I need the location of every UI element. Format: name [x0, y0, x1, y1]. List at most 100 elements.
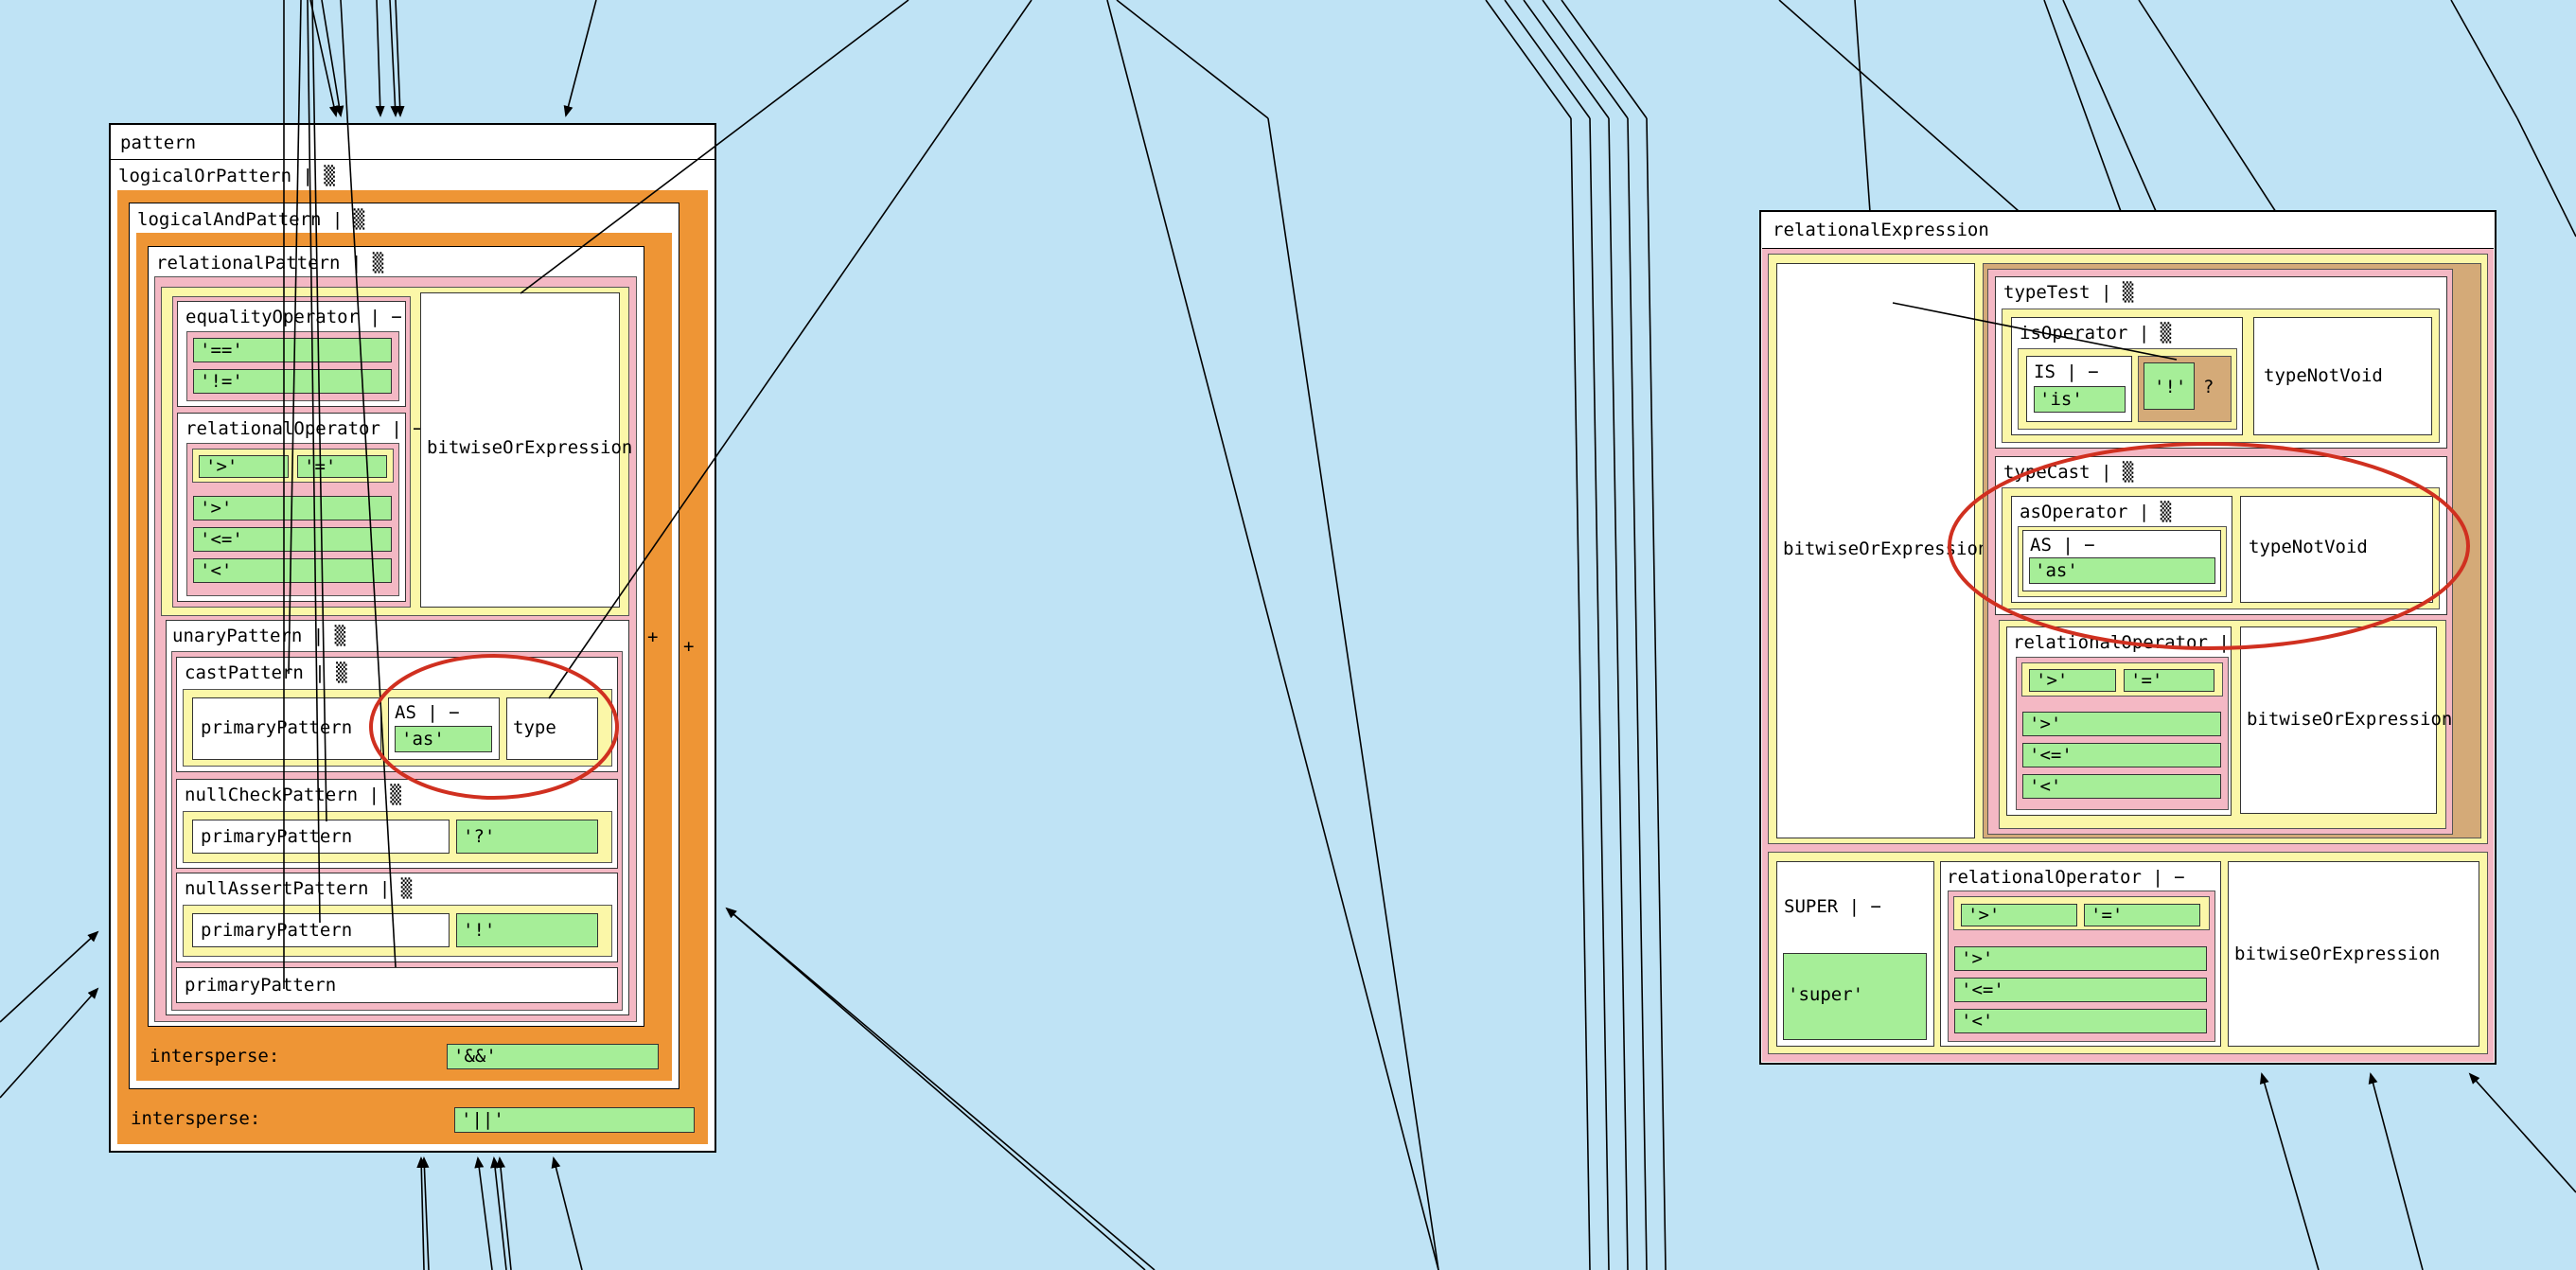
super-literal-eqsign-text: '=' [2091, 905, 2124, 926]
rel-literal-gt: '>' [2029, 669, 2116, 692]
relexpr-bitwise-or-2: bitwiseOrExpression [2240, 626, 2452, 814]
super-literal-gt2-text: '>' [1961, 948, 1994, 969]
cast-type-label: type [513, 717, 556, 738]
literal-and-text: '&&' [453, 1046, 497, 1067]
rel-literal-le: '<=' [2022, 743, 2221, 767]
rel-literal-eqsign-text: '=' [2130, 670, 2163, 691]
optional-qmark: ? [2203, 377, 2214, 397]
rel-literal-lt: '<' [2022, 774, 2221, 799]
relexpr-bitwise-or-2-label: bitwiseOrExpression [2247, 709, 2453, 730]
super-keyword-label: SUPER | − [1784, 896, 1881, 917]
rel-literal-gt2-text: '>' [2029, 714, 2062, 734]
literal-neq-text: '!=' [200, 371, 243, 392]
literal-le: '<=' [193, 527, 392, 552]
plus-inner: + [647, 626, 659, 647]
type-not-void-2-label: typeNotVoid [2249, 537, 2368, 557]
relexpr-relop-2-label: relationalOperator | − [1947, 867, 2185, 888]
as-operator-label: asOperator | ▒ [2020, 502, 2172, 522]
cast-as-label: AS | − [395, 702, 460, 723]
literal-as-text: 'as' [401, 729, 445, 750]
bitwise-or-expression: bitwiseOrExpression [420, 292, 632, 608]
literal-question-text: '?' [463, 826, 496, 847]
literal-is-bang: '!' [2144, 362, 2195, 410]
literal-bang: '!' [456, 913, 598, 947]
equality-operator-label: equalityOperator | − [185, 307, 402, 327]
literal-le-text: '<=' [200, 529, 243, 550]
literal-as-rel-text: 'as' [2035, 560, 2078, 581]
literal-as-rel: 'as' [2029, 557, 2215, 584]
relexpr-relop-1-label: relationalOperator | − [2013, 632, 2251, 653]
literal-eq-text: '==' [200, 340, 243, 361]
cast-primary-label: primaryPattern [201, 717, 353, 738]
super-literal-gt: '>' [1961, 904, 2077, 926]
relational-operator-label: relationalOperator | − [185, 418, 424, 439]
literal-super-text: 'super' [1788, 984, 1864, 1005]
logical-or-label: logicalOrPattern | ▒ [118, 166, 335, 186]
pattern-title: pattern [120, 132, 197, 153]
null-check-label: nullCheckPattern | ▒ [185, 785, 401, 805]
unary-pattern-label: unaryPattern | ▒ [172, 626, 346, 646]
relexpr-bitwise-or: bitwiseOrExpression [1776, 263, 1988, 838]
null-assert-label: nullAssertPattern | ▒ [185, 878, 413, 899]
relexpr-bitwise-or-label: bitwiseOrExpression [1783, 538, 1989, 559]
literal-is-text: 'is' [2039, 389, 2083, 410]
type-cast-label: typeCast | ▒ [2003, 462, 2134, 483]
plus-outer: + [683, 636, 695, 657]
literal-lt: '<' [193, 558, 392, 583]
super-literal-le: '<=' [1954, 978, 2207, 1002]
super-literal-le-text: '<=' [1961, 979, 2004, 1000]
literal-eqsign-text: '=' [304, 456, 337, 477]
rel-literal-gt2: '>' [2022, 712, 2221, 736]
literal-is: 'is' [2034, 386, 2126, 413]
as-keyword-label: AS | − [2030, 535, 2095, 556]
super-literal-gt-text: '>' [1967, 905, 2001, 926]
literal-question: '?' [456, 820, 598, 854]
rel-literal-eqsign: '=' [2124, 669, 2214, 692]
relexpr-bitwise-or-3: bitwiseOrExpression [2228, 861, 2479, 1047]
cast-pattern-label: castPattern | ▒ [185, 662, 347, 683]
rel-literal-lt-text: '<' [2029, 776, 2062, 797]
literal-or-text: '||' [461, 1109, 504, 1130]
literal-gt2: '>' [193, 496, 392, 520]
null-assert-primary-label: primaryPattern [201, 920, 353, 941]
is-keyword-label: IS | − [2034, 362, 2099, 382]
bitwise-or-label: bitwiseOrExpression [427, 437, 633, 458]
relational-expression-title: relationalExpression [1773, 220, 1989, 240]
literal-or: '||' [454, 1107, 695, 1133]
literal-is-bang-text: '!' [2154, 377, 2187, 397]
type-not-void-1: typeNotVoid [2253, 317, 2432, 435]
literal-eq: '==' [193, 338, 392, 362]
rel-literal-le-text: '<=' [2029, 745, 2073, 766]
literal-neq: '!=' [193, 369, 392, 394]
null-check-primary-label: primaryPattern [201, 826, 353, 847]
primary-pattern-label: primaryPattern [185, 975, 337, 996]
intersperse-or-label: intersperse: [131, 1108, 261, 1129]
literal-gt-text: '>' [205, 456, 238, 477]
is-operator-label: isOperator | ▒ [2020, 323, 2172, 344]
literal-lt-text: '<' [200, 560, 233, 581]
type-test-label: typeTest | ▒ [2003, 282, 2134, 303]
literal-gt2-text: '>' [200, 498, 233, 519]
cast-primary-pattern: primaryPattern [192, 697, 381, 760]
relexpr-bitwise-or-3-label: bitwiseOrExpression [2234, 944, 2441, 964]
null-assert-primary: primaryPattern [192, 913, 450, 947]
super-literal-gt2: '>' [1954, 946, 2207, 971]
literal-super: 'super' [1783, 953, 1927, 1040]
relational-pattern-label: relationalPattern | ▒ [156, 253, 384, 273]
literal-bang-text: '!' [463, 920, 496, 941]
primary-pattern: primaryPattern [176, 967, 618, 1003]
literal-eqsign: '=' [297, 455, 387, 478]
literal-gt: '>' [199, 455, 289, 478]
literal-as: 'as' [395, 726, 492, 752]
rel-literal-gt-text: '>' [2036, 670, 2069, 691]
logical-and-label: logicalAndPattern | ▒ [137, 209, 365, 230]
type-not-void-1-label: typeNotVoid [2264, 365, 2383, 386]
cast-type: type [506, 697, 598, 760]
literal-and: '&&' [447, 1044, 659, 1069]
intersperse-and-label: intersperse: [150, 1046, 280, 1067]
super-literal-eqsign: '=' [2084, 904, 2200, 926]
type-not-void-2: typeNotVoid [2240, 496, 2433, 603]
null-check-primary: primaryPattern [192, 820, 450, 854]
super-literal-lt-text: '<' [1961, 1011, 1994, 1032]
super-literal-lt: '<' [1954, 1009, 2207, 1033]
